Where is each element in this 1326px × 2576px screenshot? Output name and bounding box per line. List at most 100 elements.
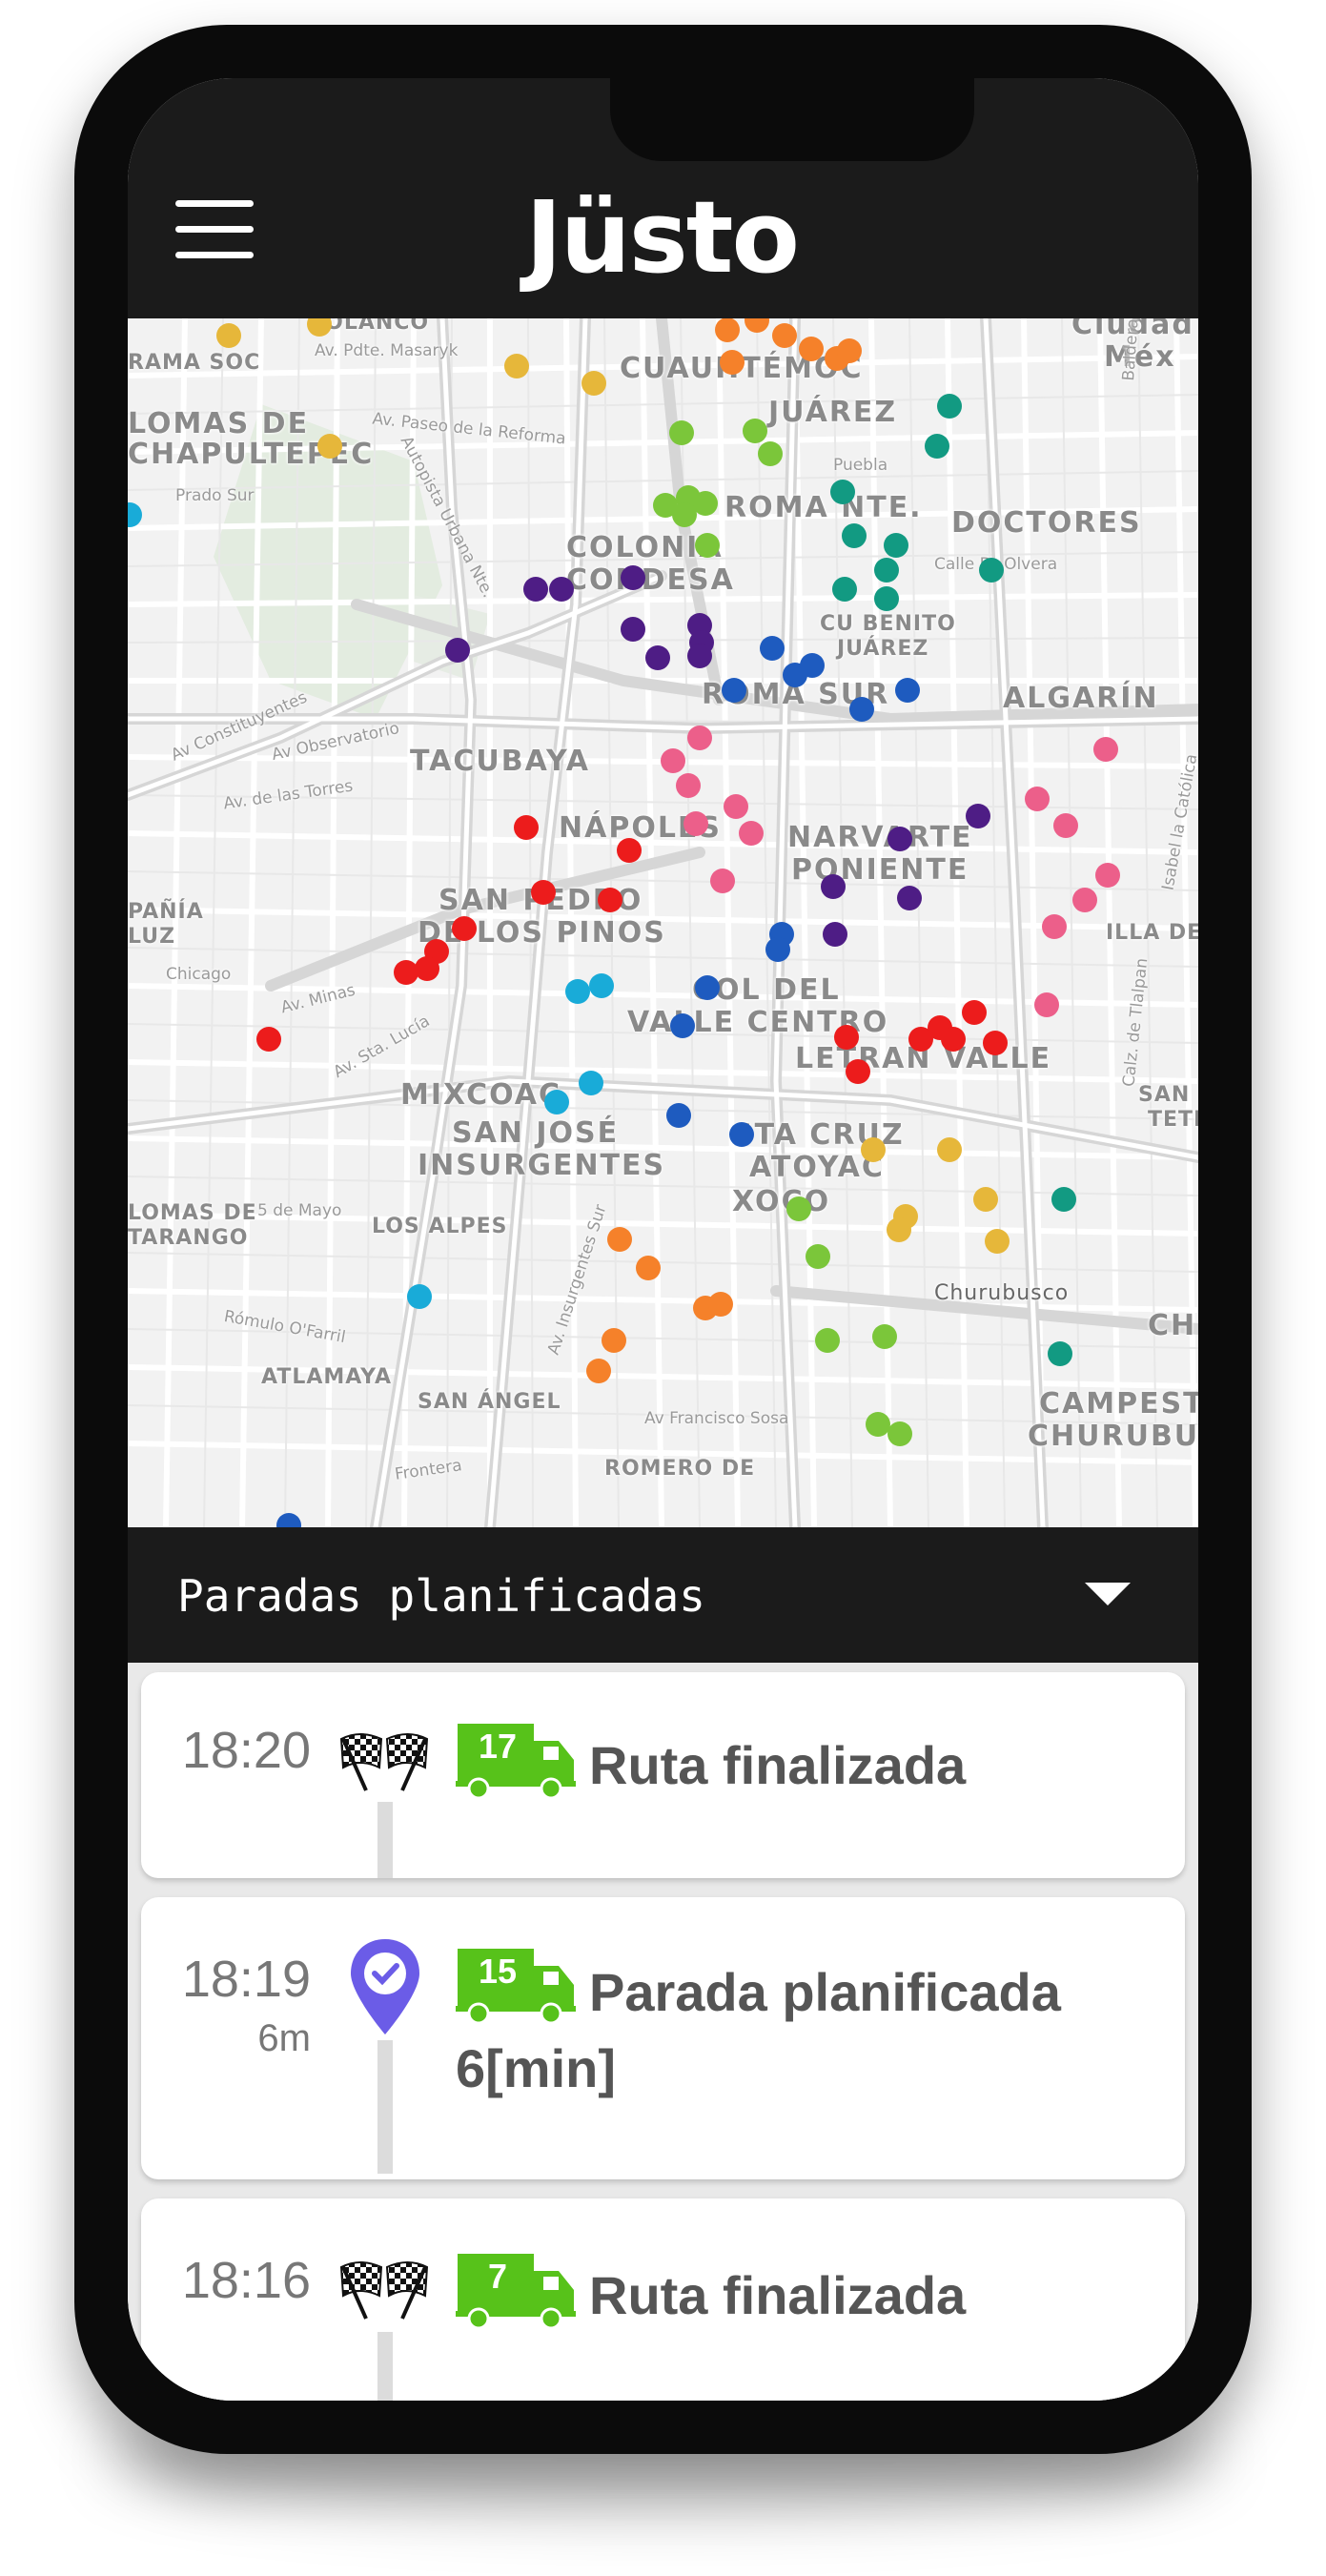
stop-marker-yellow[interactable]: [216, 323, 241, 348]
planned-stops-dropdown[interactable]: Paradas planificadas: [128, 1527, 1198, 1663]
stops-list[interactable]: 18:20 17 Ruta finalizada 18:19 6m 15 Par…: [128, 1663, 1198, 2401]
stop-marker-purple[interactable]: [966, 804, 990, 828]
stop-marker-red[interactable]: [256, 1027, 281, 1052]
stop-marker-pink[interactable]: [1093, 737, 1118, 762]
stop-marker-red[interactable]: [846, 1059, 870, 1084]
stop-marker-pink[interactable]: [1053, 813, 1078, 838]
stop-marker-yellow[interactable]: [973, 1187, 998, 1212]
stop-marker-orange[interactable]: [607, 1227, 632, 1252]
stop-marker-teal[interactable]: [832, 577, 857, 602]
stop-marker-teal[interactable]: [937, 394, 962, 419]
stop-card[interactable]: 18:16 7 Ruta finalizada: [141, 2198, 1185, 2401]
stop-marker-cyan[interactable]: [407, 1284, 432, 1309]
stop-marker-purple[interactable]: [897, 886, 922, 910]
stop-marker-red[interactable]: [617, 838, 642, 863]
stop-marker-orange[interactable]: [715, 318, 740, 342]
stop-marker-blue[interactable]: [729, 1122, 754, 1147]
stop-marker-teal[interactable]: [874, 558, 899, 583]
stop-marker-cyan[interactable]: [589, 973, 614, 998]
stop-marker-green[interactable]: [872, 1324, 897, 1349]
stop-marker-red[interactable]: [598, 888, 622, 912]
stop-marker-green[interactable]: [887, 1421, 912, 1446]
stop-marker-red[interactable]: [531, 880, 556, 905]
stop-marker-orange[interactable]: [636, 1256, 661, 1280]
stop-marker-orange[interactable]: [586, 1359, 611, 1383]
stop-marker-yellow[interactable]: [581, 371, 606, 396]
stop-marker-green[interactable]: [806, 1244, 830, 1269]
stop-marker-blue[interactable]: [760, 636, 785, 661]
stop-marker-pink[interactable]: [710, 869, 735, 893]
stop-marker-teal[interactable]: [925, 434, 949, 459]
stop-card[interactable]: 18:20 17 Ruta finalizada: [141, 1672, 1185, 1878]
stop-marker-green[interactable]: [695, 533, 720, 558]
stop-marker-red[interactable]: [834, 1025, 859, 1050]
stop-marker-yellow[interactable]: [937, 1137, 962, 1162]
stop-marker-orange[interactable]: [799, 337, 824, 361]
stop-marker-pink[interactable]: [687, 726, 712, 750]
stop-marker-pink[interactable]: [683, 811, 708, 836]
stop-marker-purple[interactable]: [549, 577, 574, 602]
stop-marker-pink[interactable]: [724, 794, 748, 819]
stop-marker-blue[interactable]: [666, 1103, 691, 1128]
stop-marker-red[interactable]: [415, 956, 439, 981]
stop-marker-green[interactable]: [815, 1328, 840, 1353]
stop-marker-teal[interactable]: [1048, 1341, 1072, 1366]
stop-marker-purple[interactable]: [887, 827, 912, 851]
stop-marker-blue[interactable]: [670, 1013, 695, 1038]
stop-marker-pink[interactable]: [1095, 863, 1120, 888]
stop-marker-green[interactable]: [693, 491, 718, 516]
stop-marker-yellow[interactable]: [985, 1229, 1010, 1254]
stop-marker-blue[interactable]: [765, 937, 790, 962]
stop-marker-cyan[interactable]: [565, 979, 590, 1004]
stop-marker-purple[interactable]: [523, 577, 548, 602]
stop-marker-red[interactable]: [908, 1027, 933, 1052]
stop-card[interactable]: 18:19 6m 15 Parada planificada 6[min]: [141, 1897, 1185, 2179]
stop-marker-green[interactable]: [743, 419, 767, 443]
stop-marker-cyan[interactable]: [544, 1090, 569, 1114]
stop-marker-red[interactable]: [394, 960, 418, 985]
stop-marker-pink[interactable]: [1034, 992, 1059, 1017]
stop-marker-purple[interactable]: [821, 874, 846, 899]
stop-marker-red[interactable]: [452, 916, 477, 941]
stop-marker-yellow[interactable]: [861, 1137, 886, 1162]
stop-marker-blue[interactable]: [722, 678, 746, 703]
stop-marker-purple[interactable]: [687, 644, 712, 668]
stop-marker-red[interactable]: [983, 1031, 1008, 1055]
stop-marker-purple[interactable]: [823, 922, 847, 947]
stop-marker-teal[interactable]: [1051, 1187, 1076, 1212]
stop-marker-purple[interactable]: [621, 565, 645, 590]
stop-marker-teal[interactable]: [979, 558, 1004, 583]
stop-marker-orange[interactable]: [602, 1328, 626, 1353]
stop-marker-blue[interactable]: [695, 975, 720, 1000]
stop-marker-pink[interactable]: [676, 773, 701, 798]
stop-marker-orange[interactable]: [708, 1292, 733, 1317]
caret-down-icon[interactable]: [1085, 1583, 1131, 1605]
stop-marker-pink[interactable]: [1042, 914, 1067, 939]
stop-marker-yellow[interactable]: [504, 354, 529, 378]
delivery-map[interactable]: POLANCO CUAUHTÉMOC JUÁREZ LOMAS DE CHAPU…: [128, 318, 1198, 1527]
stop-marker-red[interactable]: [962, 1000, 987, 1025]
stop-marker-green[interactable]: [786, 1196, 811, 1221]
stop-marker-blue[interactable]: [800, 653, 825, 678]
stop-marker-teal[interactable]: [884, 533, 908, 558]
stop-marker-red[interactable]: [941, 1027, 966, 1052]
stop-marker-cyan[interactable]: [579, 1071, 603, 1095]
stop-marker-teal[interactable]: [830, 480, 855, 504]
stop-marker-blue[interactable]: [895, 678, 920, 703]
stop-marker-pink[interactable]: [1072, 888, 1097, 912]
stop-marker-orange[interactable]: [772, 323, 797, 348]
stop-marker-green[interactable]: [669, 420, 694, 445]
stop-marker-pink[interactable]: [1025, 787, 1050, 811]
stop-marker-orange[interactable]: [720, 350, 745, 375]
stop-marker-red[interactable]: [514, 815, 539, 840]
stop-marker-purple[interactable]: [445, 638, 470, 663]
stop-marker-purple[interactable]: [645, 645, 670, 670]
stop-marker-yellow[interactable]: [887, 1217, 911, 1242]
stop-marker-teal[interactable]: [874, 586, 899, 611]
stop-marker-green[interactable]: [672, 502, 697, 527]
stop-marker-green[interactable]: [758, 441, 783, 466]
stop-marker-pink[interactable]: [661, 748, 685, 773]
stop-marker-blue[interactable]: [849, 697, 874, 722]
stop-marker-orange[interactable]: [837, 338, 862, 363]
stop-marker-yellow[interactable]: [317, 434, 342, 459]
